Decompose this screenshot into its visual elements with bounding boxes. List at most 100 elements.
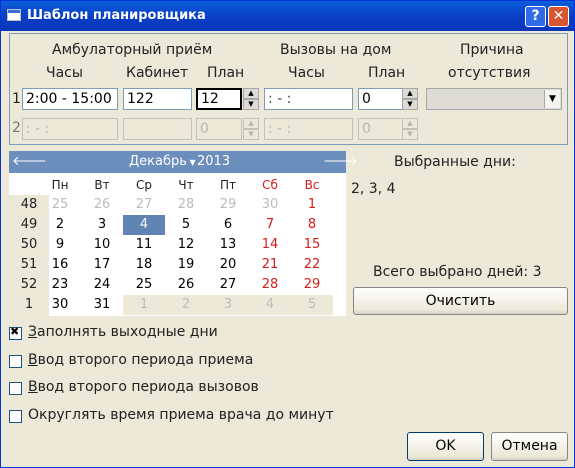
second-reception-period-label[interactable]: Ввод второго периода приема: [28, 352, 253, 368]
weekday-header: Сб: [262, 178, 278, 192]
calendar-day[interactable]: 29: [291, 275, 333, 295]
calendar-day[interactable]: 23: [39, 275, 81, 295]
header-absence-line1: Причина: [460, 42, 524, 58]
header-calls-hours: Часы: [288, 65, 325, 81]
calendar-day[interactable]: 13: [207, 235, 249, 255]
calendar-day[interactable]: 31: [81, 295, 123, 315]
calendar-day[interactable]: 5: [291, 295, 333, 315]
calendar-day[interactable]: 26: [165, 275, 207, 295]
selected-days-label: Выбранные дни:: [394, 154, 516, 170]
calendar-day[interactable]: 26: [81, 195, 123, 215]
plan-input-2[interactable]: 0: [196, 118, 242, 140]
help-button[interactable]: ?: [525, 6, 546, 27]
calendar-day[interactable]: 25: [123, 275, 165, 295]
second-reception-period-checkbox[interactable]: [9, 355, 22, 368]
header-ambulatory: Амбулаторный приём: [52, 42, 213, 58]
window-icon: [7, 9, 21, 21]
calendar-day[interactable]: 27: [123, 195, 165, 215]
calendar-day[interactable]: 1: [123, 295, 165, 315]
absence-reason-select[interactable]: ▼: [426, 88, 562, 110]
cancel-button[interactable]: Отмена: [491, 432, 568, 461]
chevron-down-icon[interactable]: ▼: [544, 90, 560, 108]
calendar-day[interactable]: 3: [207, 295, 249, 315]
title-bar[interactable]: Шаблон планировщика ? ✕: [1, 1, 574, 31]
spin-up-icon[interactable]: ▲: [402, 88, 418, 99]
calendar-day[interactable]: 4: [249, 295, 291, 315]
calendar-day[interactable]: 4: [123, 215, 165, 235]
calendar-day[interactable]: 29: [207, 195, 249, 215]
calendar: 🡐 Декабрь ▼ 2013 🡒 Пн Вт Ср Чт Пт Сб Вс 48 25 26 2…: [9, 151, 358, 316]
calls-hours-input-2[interactable]: : - :: [264, 118, 353, 140]
calendar-day[interactable]: 30: [249, 195, 291, 215]
plan-spinner[interactable]: ▲ ▼: [243, 88, 259, 110]
second-calls-period-checkbox[interactable]: [9, 382, 22, 395]
spin-up-icon[interactable]: ▲: [243, 118, 259, 129]
calendar-day[interactable]: 7: [249, 215, 291, 235]
fill-weekends-checkbox[interactable]: [9, 325, 22, 340]
schedule-frame: Амбулаторный приём Часы Кабинет План Выз…: [9, 33, 568, 145]
calendar-header: 🡐 Декабрь ▼ 2013 🡒: [9, 151, 358, 173]
calendar-day[interactable]: 17: [81, 255, 123, 275]
reception-hours-input[interactable]: 2:00 - 15:00: [22, 88, 118, 110]
calendar-day[interactable]: 25: [39, 195, 81, 215]
ok-button[interactable]: OK: [407, 432, 484, 461]
spin-up-icon[interactable]: ▲: [402, 118, 418, 129]
calendar-day[interactable]: 14: [249, 235, 291, 255]
spin-down-icon[interactable]: ▼: [243, 99, 259, 110]
calls-plan-spinner-2[interactable]: ▲ ▼: [402, 118, 418, 140]
calendar-day[interactable]: 3: [81, 215, 123, 235]
calendar-day[interactable]: 16: [39, 255, 81, 275]
calendar-day[interactable]: 8: [291, 215, 333, 235]
calendar-day[interactable]: 21: [249, 255, 291, 275]
reception-hours-input-2[interactable]: : - :: [22, 118, 118, 140]
calendar-day[interactable]: 1: [291, 195, 333, 215]
calendar-day[interactable]: 30: [39, 295, 81, 315]
calendar-day[interactable]: 28: [249, 275, 291, 295]
spin-down-icon[interactable]: ▼: [402, 129, 418, 140]
round-reception-time-label[interactable]: Округлять время приема врача до минут: [28, 407, 334, 423]
calendar-day[interactable]: 2: [39, 215, 81, 235]
weekday-header: Пн: [51, 178, 69, 192]
calendar-day[interactable]: 9: [39, 235, 81, 255]
calendar-day[interactable]: 28: [165, 195, 207, 215]
header-cabinet: Кабинет: [126, 65, 189, 81]
calendar-day[interactable]: 19: [165, 255, 207, 275]
total-selected-label: Всего выбрано дней: 3: [373, 264, 542, 280]
plan-spinner-2[interactable]: ▲ ▼: [243, 118, 259, 140]
calendar-day[interactable]: 6: [207, 215, 249, 235]
calls-plan-input-2[interactable]: 0: [358, 118, 403, 140]
header-plan: План: [207, 65, 245, 81]
second-calls-period-label[interactable]: Ввод второго периода вызовов: [28, 379, 259, 395]
calendar-day[interactable]: 2: [165, 295, 207, 315]
close-button[interactable]: ✕: [548, 6, 569, 27]
calendar-day[interactable]: 22: [291, 255, 333, 275]
header-calls-plan: План: [368, 65, 406, 81]
spin-up-icon[interactable]: ▲: [243, 88, 259, 99]
calendar-day[interactable]: 5: [165, 215, 207, 235]
next-month-icon[interactable]: 🡒: [323, 153, 358, 171]
round-reception-time-checkbox[interactable]: [9, 410, 22, 423]
spin-down-icon[interactable]: ▼: [402, 99, 418, 110]
cabinet-input-2[interactable]: [123, 118, 192, 140]
calendar-day[interactable]: 11: [123, 235, 165, 255]
window-title: Шаблон планировщика: [27, 8, 206, 23]
fill-weekends-label[interactable]: Заполнять выходные дни: [28, 324, 218, 340]
calendar-day[interactable]: 10: [81, 235, 123, 255]
calls-hours-input[interactable]: : - :: [264, 88, 353, 110]
prev-month-icon[interactable]: 🡐: [12, 153, 47, 171]
spin-down-icon[interactable]: ▼: [243, 129, 259, 140]
clear-button[interactable]: Очистить: [353, 287, 568, 315]
year-label[interactable]: 2013: [197, 154, 230, 169]
weekday-header: Ср: [136, 178, 152, 192]
calendar-day[interactable]: 18: [123, 255, 165, 275]
calendar-day[interactable]: 20: [207, 255, 249, 275]
calendar-day[interactable]: 27: [207, 275, 249, 295]
plan-input[interactable]: 12: [196, 88, 242, 110]
calls-plan-input[interactable]: 0: [358, 88, 403, 110]
calls-plan-spinner[interactable]: ▲ ▼: [402, 88, 418, 110]
month-selector[interactable]: Декабрь ▼: [129, 154, 196, 169]
calendar-day[interactable]: 12: [165, 235, 207, 255]
calendar-day[interactable]: 24: [81, 275, 123, 295]
calendar-day[interactable]: 15: [291, 235, 333, 255]
cabinet-input[interactable]: 122: [123, 88, 192, 110]
